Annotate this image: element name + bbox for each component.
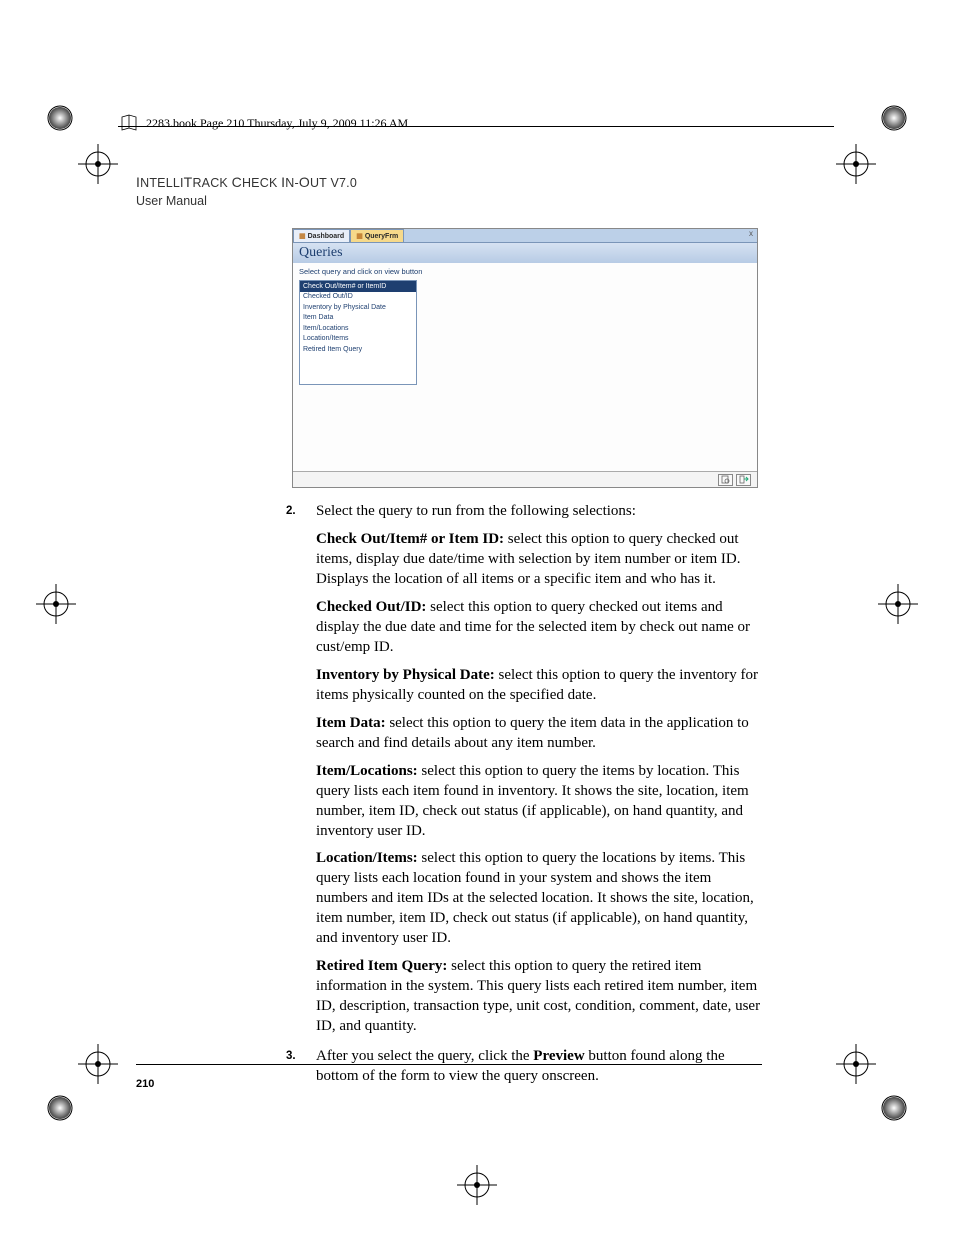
tab-dashboard[interactable]: ▦ Dashboard: [293, 229, 350, 242]
option-label: Inventory by Physical Date:: [316, 667, 495, 683]
crosshair-mark-icon: [878, 584, 918, 624]
form-icon: ▦: [356, 232, 363, 240]
list-item[interactable]: Checked Out/ID: [300, 292, 416, 302]
option-inventory-physical-date: Inventory by Physical Date: select this …: [316, 666, 762, 706]
panel-instruction: Select query and click on view button: [293, 263, 757, 278]
option-label: Location/Items:: [316, 850, 418, 866]
step-number: 3.: [136, 1047, 316, 1087]
option-label: Item Data:: [316, 715, 386, 731]
running-header: INTELLITRACK CHECK IN-OUT V7.0 User Manu…: [136, 172, 762, 210]
tab-close-button[interactable]: x: [745, 229, 757, 242]
panel-title: Queries: [293, 243, 757, 263]
register-mark-icon: [870, 94, 918, 142]
bottom-toolbar: [293, 471, 757, 487]
option-check-out-item: Check Out/Item# or Item ID: select this …: [316, 530, 762, 590]
list-item[interactable]: Item Data: [300, 313, 416, 323]
app-screenshot: ▦ Dashboard ▦ QueryFrm x Queries Select …: [292, 228, 758, 488]
crosshair-mark-icon: [836, 144, 876, 184]
header-subtitle: User Manual: [136, 192, 762, 210]
step-3: 3. After you select the query, click the…: [136, 1047, 762, 1087]
step-number: 2.: [136, 502, 316, 522]
form-icon: ▦: [299, 232, 306, 240]
register-mark-icon: [36, 1084, 84, 1132]
option-label: Item/Locations:: [316, 763, 418, 779]
footer-rule: [136, 1064, 762, 1065]
exit-button[interactable]: [736, 474, 751, 486]
crosshair-mark-icon: [457, 1165, 497, 1205]
register-mark-icon: [870, 1084, 918, 1132]
query-listbox[interactable]: Check Out/Item# or ItemID Checked Out/ID…: [299, 280, 417, 385]
tab-bar: ▦ Dashboard ▦ QueryFrm x: [293, 229, 757, 243]
preview-bold: Preview: [533, 1048, 584, 1064]
list-item[interactable]: Item/Locations: [300, 323, 416, 333]
list-item[interactable]: Inventory by Physical Date: [300, 302, 416, 312]
tab-label: Dashboard: [308, 233, 345, 240]
option-item-data: Item Data: select this option to query t…: [316, 714, 762, 754]
option-location-items: Location/Items: select this option to qu…: [316, 849, 762, 949]
page-tag-text: 2283.book Page 210 Thursday, July 9, 200…: [146, 116, 408, 131]
magnifier-icon: [721, 475, 731, 484]
step-text: After you select the query, click the Pr…: [316, 1047, 762, 1087]
option-label: Retired Item Query:: [316, 958, 447, 974]
list-item[interactable]: Retired Item Query: [300, 344, 416, 354]
option-checked-out-id: Checked Out/ID: select this option to qu…: [316, 598, 762, 658]
step-text: Select the query to run from the followi…: [316, 502, 762, 522]
tab-queryfrm[interactable]: ▦ QueryFrm: [350, 229, 404, 242]
page-tag: 2283.book Page 210 Thursday, July 9, 200…: [118, 112, 408, 134]
option-label: Check Out/Item# or Item ID:: [316, 531, 504, 547]
preview-button[interactable]: [718, 474, 733, 486]
divider: [118, 126, 834, 127]
door-exit-icon: [739, 475, 749, 484]
crosshair-mark-icon: [36, 584, 76, 624]
header-title: NTELLI: [140, 176, 184, 190]
option-item-locations: Item/Locations: select this option to qu…: [316, 762, 762, 842]
crosshair-mark-icon: [836, 1044, 876, 1084]
step-2: 2. Select the query to run from the foll…: [136, 502, 762, 522]
list-item[interactable]: Check Out/Item# or ItemID: [300, 281, 416, 291]
crosshair-mark-icon: [78, 144, 118, 184]
crosshair-mark-icon: [78, 1044, 118, 1084]
list-item[interactable]: Location/Items: [300, 334, 416, 344]
page-number: 210: [136, 1078, 154, 1090]
option-label: Checked Out/ID:: [316, 599, 426, 615]
option-retired-item-query: Retired Item Query: select this option t…: [316, 957, 762, 1037]
register-mark-icon: [36, 94, 84, 142]
tab-label: QueryFrm: [365, 233, 398, 240]
book-icon: [118, 112, 140, 134]
